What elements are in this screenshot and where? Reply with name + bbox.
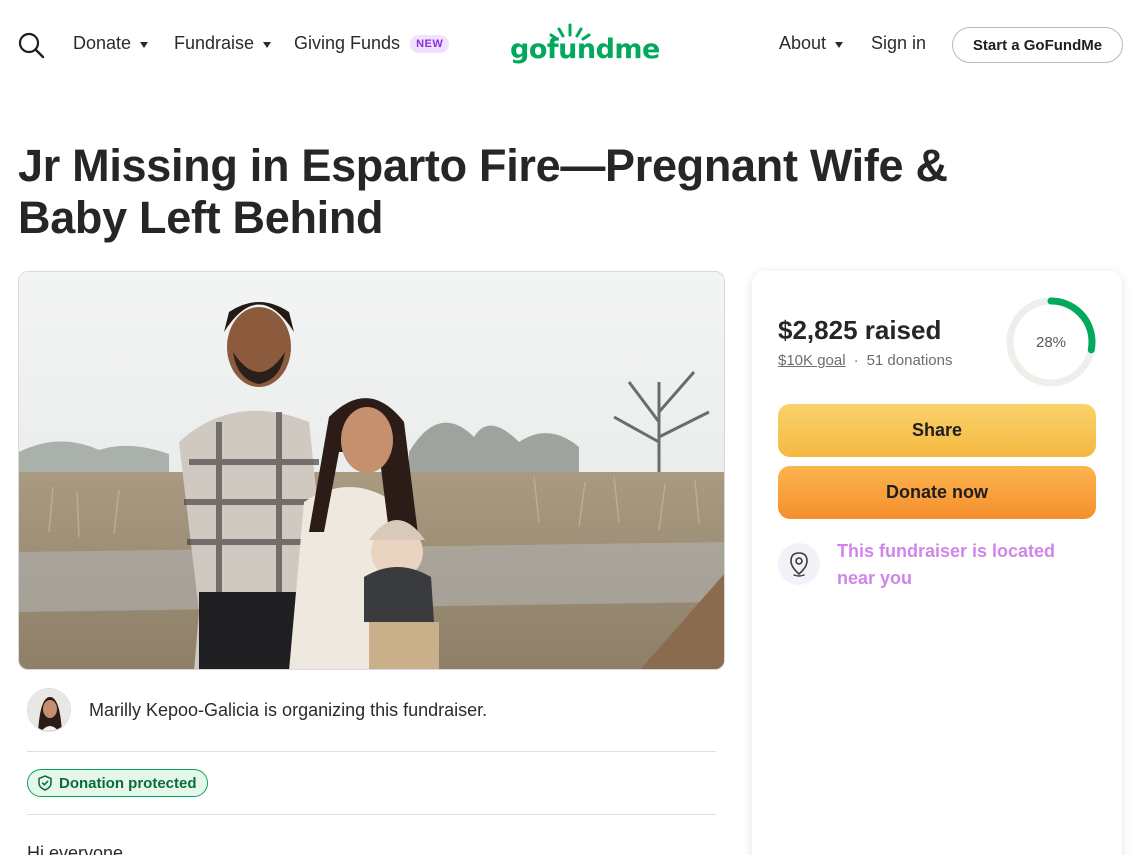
caret-down-icon [140,41,149,48]
organizer-text: Marilly Kepoo-Galicia is organizing this… [89,699,488,720]
nav-about-label: About [779,33,827,53]
location-link[interactable]: This fundraiser is located near you [837,538,1097,592]
progress-percent: 28% [1035,333,1067,351]
start-gofundme-button[interactable]: Start a GoFundMe [952,27,1123,63]
story-text: Hi everyone [27,843,124,855]
site-header: Donate Fundraise Giving Funds NEW gofund… [0,0,1140,90]
goal-row: $10K goal · 51 donations [778,352,952,369]
separator-dot: · [853,352,859,369]
map-pin-icon [778,543,820,585]
goal-link[interactable]: $10K goal [778,352,846,369]
nav-giving-funds[interactable]: Giving Funds NEW [294,33,450,54]
campaign-photo[interactable] [18,271,725,670]
nav-giving-funds-label: Giving Funds [294,33,401,53]
caret-down-icon [835,41,844,48]
caret-down-icon [263,41,272,48]
nav-sign-in-label: Sign in [871,33,927,53]
nav-sign-in[interactable]: Sign in [871,33,926,54]
nav-about[interactable]: About [779,33,844,54]
amount-raised: $2,825 raised [778,315,942,345]
donation-card: $2,825 raised $10K goal · 51 donations 2… [752,271,1122,855]
new-badge: NEW [410,34,450,53]
nav-donate[interactable]: Donate [73,33,149,54]
nav-fundraise-label: Fundraise [174,33,255,53]
divider [27,751,716,752]
donation-protected-label: Donation protected [59,774,197,792]
donate-now-button[interactable]: Donate now [778,466,1096,519]
donation-count: 51 donations [866,352,953,369]
gofundme-logo[interactable]: gofundme [510,22,660,66]
organizer-row: Marilly Kepoo-Galicia is organizing this… [27,688,487,732]
shield-check-icon [38,775,52,791]
search-icon[interactable] [16,30,46,60]
logo-text: gofundme [510,34,660,65]
donation-protected-badge[interactable]: Donation protected [27,769,208,797]
organizer-avatar[interactable] [27,688,71,732]
nav-donate-label: Donate [73,33,132,53]
divider [27,814,716,815]
nav-fundraise[interactable]: Fundraise [174,33,272,54]
page-title: Jr Missing in Esparto Fire—Pregnant Wife… [18,140,948,243]
share-button[interactable]: Share [778,404,1096,457]
